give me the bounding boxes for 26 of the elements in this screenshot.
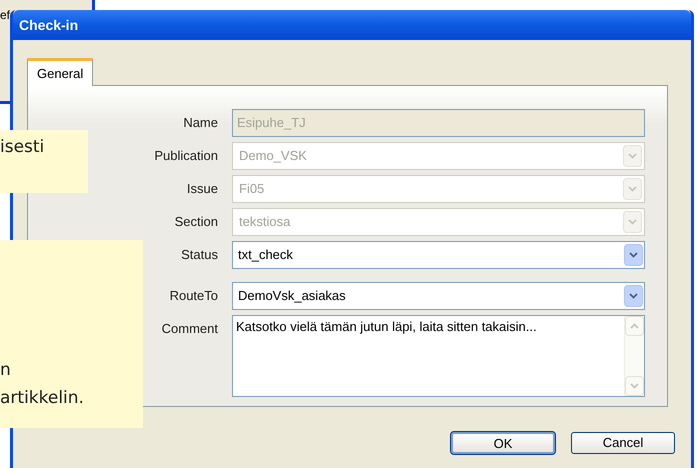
callout-text: n — [0, 359, 12, 382]
field-label: Issue — [186, 180, 218, 198]
field-label: RouteTo — [168, 287, 218, 305]
dropdown-arrow-button[interactable] — [624, 285, 643, 307]
comment-textarea[interactable]: Katsotko vielä tämän jutun läpi, laita sitten takaisin... — [232, 315, 645, 397]
tab[interactable]: General — [27, 58, 94, 86]
chevron-down-icon — [630, 383, 639, 389]
dialog-button[interactable]: Cancel — [571, 432, 675, 454]
scrollbar[interactable] — [624, 316, 644, 396]
callout-text: isesti — [0, 136, 46, 159]
dialog-button[interactable]: OK — [451, 432, 555, 454]
dropdown-field[interactable]: DemoVsk_asiakas — [232, 282, 645, 310]
callout-text: artikkelin. — [0, 387, 85, 410]
background-text: ef — [0, 8, 12, 22]
window-title: Check-in — [19, 16, 78, 34]
chevron-down-icon — [628, 219, 637, 225]
dropdown-field[interactable]: txt_check — [232, 241, 645, 269]
chevron-down-icon — [629, 252, 638, 258]
field-label: Name — [182, 114, 218, 132]
chevron-down-icon — [628, 153, 637, 159]
dropdown-arrow-button[interactable] — [624, 244, 643, 266]
scroll-up-icon — [630, 323, 639, 329]
field-label: Status — [180, 246, 218, 264]
field-label: Section — [174, 213, 218, 231]
chevron-down-icon — [628, 186, 637, 192]
chevron-down-icon — [629, 293, 638, 299]
